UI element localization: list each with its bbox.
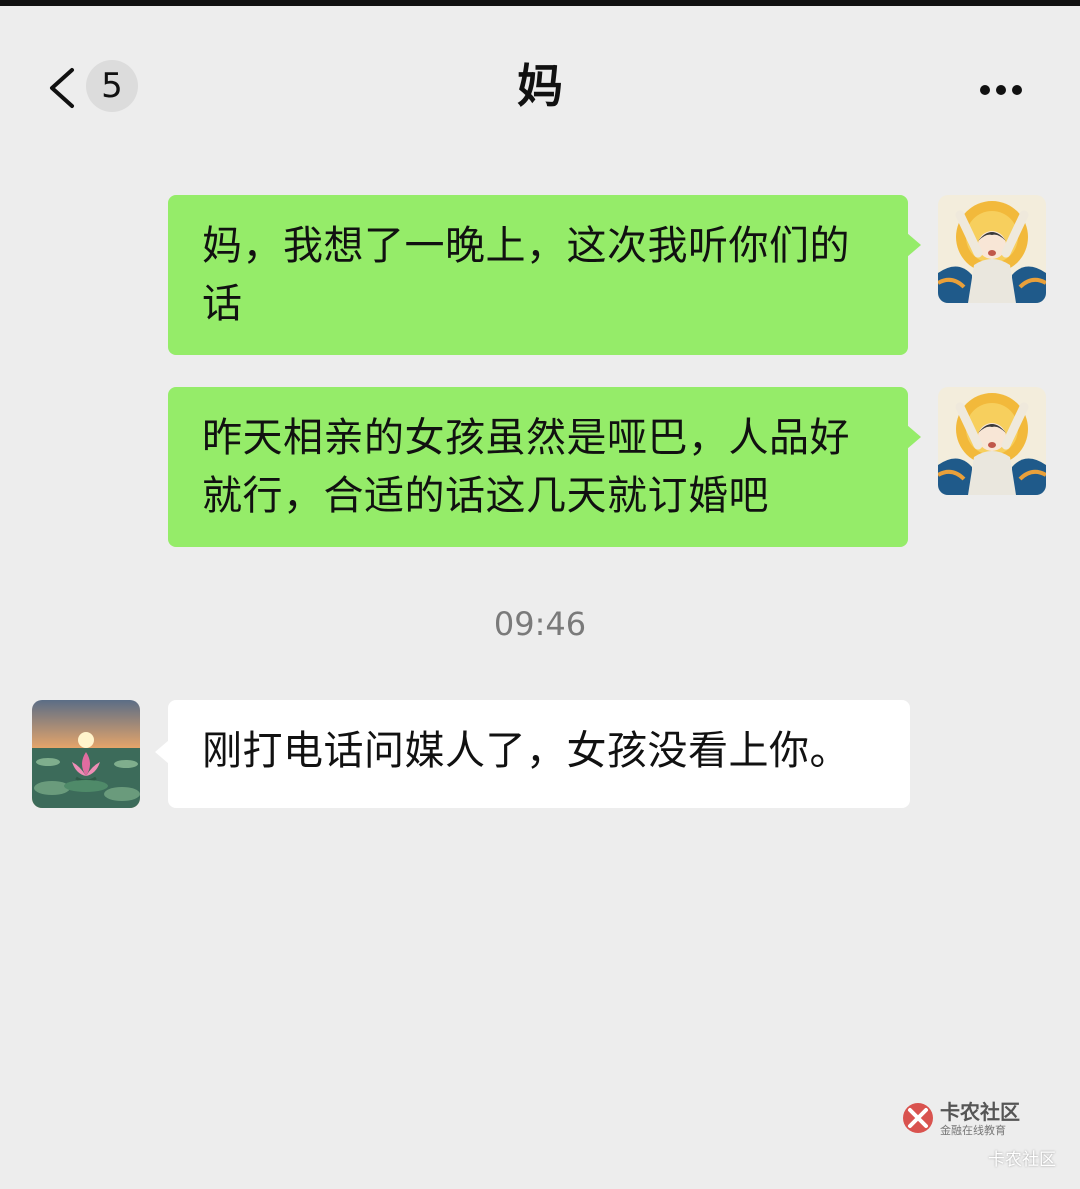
- more-dot: [996, 85, 1006, 95]
- contact-avatar[interactable]: [32, 700, 140, 808]
- message-bubble-sent[interactable]: 妈，我想了一晚上，这次我听你们的话: [168, 195, 908, 355]
- bubble-tail: [907, 425, 921, 449]
- message-timestamp: 09:46: [493, 605, 587, 643]
- self-avatar[interactable]: [938, 195, 1046, 303]
- bubble-tail: [907, 233, 921, 257]
- watermark-corner-text: 卡农社区: [988, 1150, 1056, 1170]
- more-dot: [1012, 85, 1022, 95]
- avatar-image: [32, 700, 140, 808]
- chat-title: 妈: [517, 59, 563, 113]
- watermark-tagline: 金融在线教育: [940, 1124, 1006, 1137]
- message-bubble-sent[interactable]: 昨天相亲的女孩虽然是哑巴，人品好就行，合适的话这几天就订婚吧: [168, 387, 908, 547]
- chat-header: 5 妈: [0, 6, 1080, 156]
- avatar-image: [938, 387, 1046, 495]
- message-bubble-received[interactable]: 刚打电话问媒人了，女孩没看上你。: [168, 700, 910, 808]
- message-row-sent: 妈，我想了一晚上，这次我听你们的话: [0, 195, 1080, 355]
- message-row-sent: 昨天相亲的女孩虽然是哑巴，人品好就行，合适的话这几天就订婚吧: [0, 387, 1080, 547]
- bubble-tail: [155, 740, 169, 764]
- message-text: 刚打电话问媒人了，女孩没看上你。: [202, 728, 850, 774]
- watermark-brand: 卡农社区: [940, 1100, 1020, 1124]
- more-options-button[interactable]: [966, 68, 1036, 112]
- self-avatar[interactable]: [938, 387, 1046, 495]
- message-text: 妈，我想了一晚上，这次我听你们的话: [202, 223, 850, 327]
- watermark-logo-icon: [903, 1103, 933, 1133]
- message-row-received: 刚打电话问媒人了，女孩没看上你。: [0, 700, 1080, 810]
- more-dots-icon: [980, 85, 990, 95]
- message-text: 昨天相亲的女孩虽然是哑巴，人品好就行，合适的话这几天就订婚吧: [202, 415, 850, 519]
- avatar-image: [938, 195, 1046, 303]
